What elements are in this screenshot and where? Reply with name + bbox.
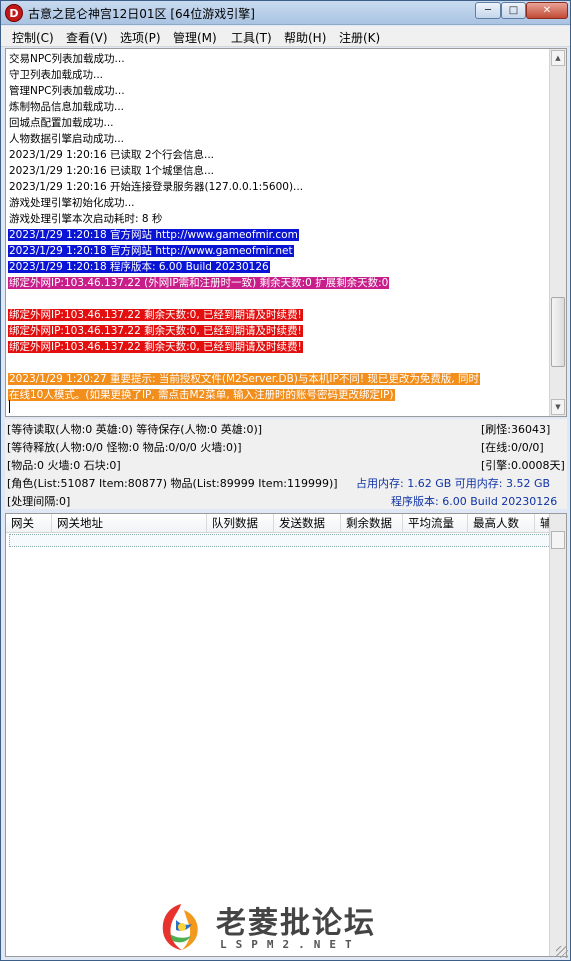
log-line: 2023/1/29 1:20:27 重要提示: 当前授权文件(M2Server.… <box>8 371 553 387</box>
scroll-thumb[interactable] <box>551 297 565 367</box>
log-line-text: 守卫列表加载成功... <box>9 69 104 81</box>
gateway-table[interactable]: 网关 网关地址 队列数据 发送数据 剩余数据 平均流量 最高人数 辅 <box>5 513 567 957</box>
scroll-up-arrow-icon[interactable]: ▲ <box>551 50 565 66</box>
log-line: 2023/1/29 1:20:18 程序版本: 6.00 Build 20230… <box>8 259 553 275</box>
log-line: 交易NPC列表加载成功... <box>8 51 553 67</box>
log-line-text: 绑定外网IP:103.46.137.22 (外网IP需和注册时一致) 剩余天数:… <box>8 277 390 289</box>
log-line: 炼制物品信息加载成功... <box>8 99 553 115</box>
log-line <box>8 355 553 371</box>
log-line: 回城点配置加载成功... <box>8 115 553 131</box>
table-scrollbar[interactable] <box>549 514 566 956</box>
log-line: 绑定外网IP:103.46.137.22 剩余天数:0, 已经到期请及时续费! <box>8 307 553 323</box>
log-line-text <box>8 357 10 369</box>
menu-tools[interactable]: 工具(T) <box>231 29 272 46</box>
log-line-text: 交易NPC列表加载成功... <box>9 53 125 65</box>
window-title: 古意之昆仑神宫12日01区 [64位游戏引擎] <box>28 7 255 21</box>
log-line: 游戏处理引擎本次启动耗时: 8 秒 <box>8 211 553 227</box>
menu-view[interactable]: 查看(V) <box>66 29 108 46</box>
log-line-text: 炼制物品信息加载成功... <box>9 101 125 113</box>
status-memory: 占用内存: 1.62 GB 可用内存: 3.52 GB <box>356 477 551 490</box>
col-queue-data[interactable]: 队列数据 <box>207 514 274 533</box>
log-line: 游戏处理引擎初始化成功... <box>8 195 553 211</box>
log-line: 人物数据引擎启动成功... <box>8 131 553 147</box>
log-line-text: 人物数据引擎启动成功... <box>9 133 125 145</box>
log-line: 2023/1/29 1:20:18 官方网站 http://www.gameof… <box>8 227 553 243</box>
log-line: 2023/1/29 1:20:16 已读取 2个行会信息... <box>8 147 553 163</box>
log-line-text: 在线10人模式。(如果更换了IP, 需点击M2菜单, 输入注册时的账号密码更改绑… <box>8 389 395 401</box>
menu-options[interactable]: 选项(P) <box>120 29 161 46</box>
col-send-data[interactable]: 发送数据 <box>274 514 341 533</box>
log-line-text: 管理NPC列表加载成功... <box>9 85 125 97</box>
title-bar[interactable]: D 古意之昆仑神宫12日01区 [64位游戏引擎] ─ □ ✕ <box>1 1 570 25</box>
log-line: 2023/1/29 1:20:16 已读取 1个城堡信息... <box>8 163 553 179</box>
menu-manage[interactable]: 管理(M) <box>173 29 217 46</box>
app-icon[interactable]: D <box>5 4 23 22</box>
menu-control[interactable]: 控制(C) <box>12 29 54 46</box>
menu-help[interactable]: 帮助(H) <box>284 29 326 46</box>
log-line-text: 绑定外网IP:103.46.137.22 剩余天数:0, 已经到期请及时续费! <box>8 325 303 337</box>
status-queue: [等待读取(人物:0 英雄:0) 等待保存(人物:0 英雄:0)] <box>7 423 263 436</box>
status-online: [在线:0/0/0] <box>481 441 544 454</box>
watermark-url: LSPM2.NET <box>220 938 361 951</box>
status-interval: [处理间隔:0] <box>7 495 71 508</box>
table-header: 网关 网关地址 队列数据 发送数据 剩余数据 平均流量 最高人数 辅 <box>6 514 551 533</box>
log-line: 绑定外网IP:103.46.137.22 (外网IP需和注册时一致) 剩余天数:… <box>8 275 553 291</box>
log-line-text: 2023/1/29 1:20:16 已读取 2个行会信息... <box>9 149 215 161</box>
status-version: 程序版本: 6.00 Build 20230126 <box>391 495 558 508</box>
close-button[interactable]: ✕ <box>526 2 568 19</box>
log-line-text: 回城点配置加载成功... <box>9 117 114 129</box>
log-line: 在线10人模式。(如果更换了IP, 需点击M2菜单, 输入注册时的账号密码更改绑… <box>8 387 553 403</box>
log-line-text: 2023/1/29 1:20:27 重要提示: 当前授权文件(M2Server.… <box>8 373 481 385</box>
col-max-players[interactable]: 最高人数 <box>468 514 535 533</box>
log-lines: 交易NPC列表加载成功... 守卫列表加载成功... 管理NPC列表加载成功... 炼… <box>8 51 553 403</box>
watermark-title: 老菱批论坛 <box>216 906 376 941</box>
resize-grip[interactable] <box>556 946 568 958</box>
log-line-text: 游戏处理引擎初始化成功... <box>9 197 135 209</box>
log-line: 绑定外网IP:103.46.137.22 剩余天数:0, 已经到期请及时续费! <box>8 339 553 355</box>
maximize-button[interactable]: □ <box>501 2 526 19</box>
log-line <box>8 291 553 307</box>
menu-register[interactable]: 注册(K) <box>339 29 380 46</box>
text-caret <box>9 400 10 413</box>
log-line-text: 2023/1/29 1:20:16 开始连接登录服务器(127.0.0.1:56… <box>9 181 304 193</box>
col-avg-traffic[interactable]: 平均流量 <box>403 514 468 533</box>
status-refresh-monsters: [刷怪:36043] <box>481 423 551 436</box>
log-line: 管理NPC列表加载成功... <box>8 83 553 99</box>
log-line: 绑定外网IP:103.46.137.22 剩余天数:0, 已经到期请及时续费! <box>8 323 553 339</box>
table-scroll-thumb[interactable] <box>551 531 565 549</box>
col-gateway-address[interactable]: 网关地址 <box>52 514 207 533</box>
log-line-text: 2023/1/29 1:20:18 程序版本: 6.00 Build 20230… <box>8 261 270 273</box>
watermark-logo-icon <box>162 904 198 950</box>
log-line-text: 2023/1/29 1:20:18 官方网站 http://www.gameof… <box>8 245 294 257</box>
log-line-text: 绑定外网IP:103.46.137.22 剩余天数:0, 已经到期请及时续费! <box>8 341 303 353</box>
log-scrollbar[interactable]: ▲ ▼ <box>549 49 566 416</box>
log-line-text: 绑定外网IP:103.46.137.22 剩余天数:0, 已经到期请及时续费! <box>8 309 303 321</box>
log-line-text: 2023/1/29 1:20:16 已读取 1个城堡信息... <box>9 165 215 177</box>
table-row-focused[interactable] <box>9 534 551 547</box>
log-textarea[interactable]: 交易NPC列表加载成功... 守卫列表加载成功... 管理NPC列表加载成功... 炼… <box>5 48 567 417</box>
col-remaining-data[interactable]: 剩余数据 <box>341 514 403 533</box>
log-line-text: 2023/1/29 1:20:18 官方网站 http://www.gameof… <box>8 229 299 241</box>
status-release: [等待释放(人物:0/0 怪物:0 物品:0/0/0 火墙:0)] <box>7 441 242 454</box>
status-items: [物品:0 火墙:0 石块:0] <box>7 459 121 472</box>
scroll-down-arrow-icon[interactable]: ▼ <box>551 399 565 415</box>
log-line: 2023/1/29 1:20:18 官方网站 http://www.gameof… <box>8 243 553 259</box>
status-lists: [角色(List:51087 Item:80877) 物品(List:89999… <box>7 477 338 490</box>
log-line: 2023/1/29 1:20:16 开始连接登录服务器(127.0.0.1:56… <box>8 179 553 195</box>
status-engine-uptime: [引擎:0.0008天] <box>481 459 565 472</box>
minimize-button[interactable]: ─ <box>475 2 501 19</box>
log-line-text: 游戏处理引擎本次启动耗时: 8 秒 <box>9 213 163 225</box>
main-window: D 古意之昆仑神宫12日01区 [64位游戏引擎] ─ □ ✕ 控制(C) 查看… <box>0 0 571 961</box>
menu-bar: 控制(C) 查看(V) 选项(P) 管理(M) 工具(T) 帮助(H) 注册(K… <box>1 26 570 47</box>
col-gateway[interactable]: 网关 <box>6 514 52 533</box>
log-line: 守卫列表加载成功... <box>8 67 553 83</box>
log-line-text <box>8 293 10 305</box>
status-panel: [等待读取(人物:0 英雄:0) 等待保存(人物:0 英雄:0)] [刷怪:36… <box>5 419 567 509</box>
watermark: 老菱批论坛 LSPM2.NET <box>156 898 421 958</box>
